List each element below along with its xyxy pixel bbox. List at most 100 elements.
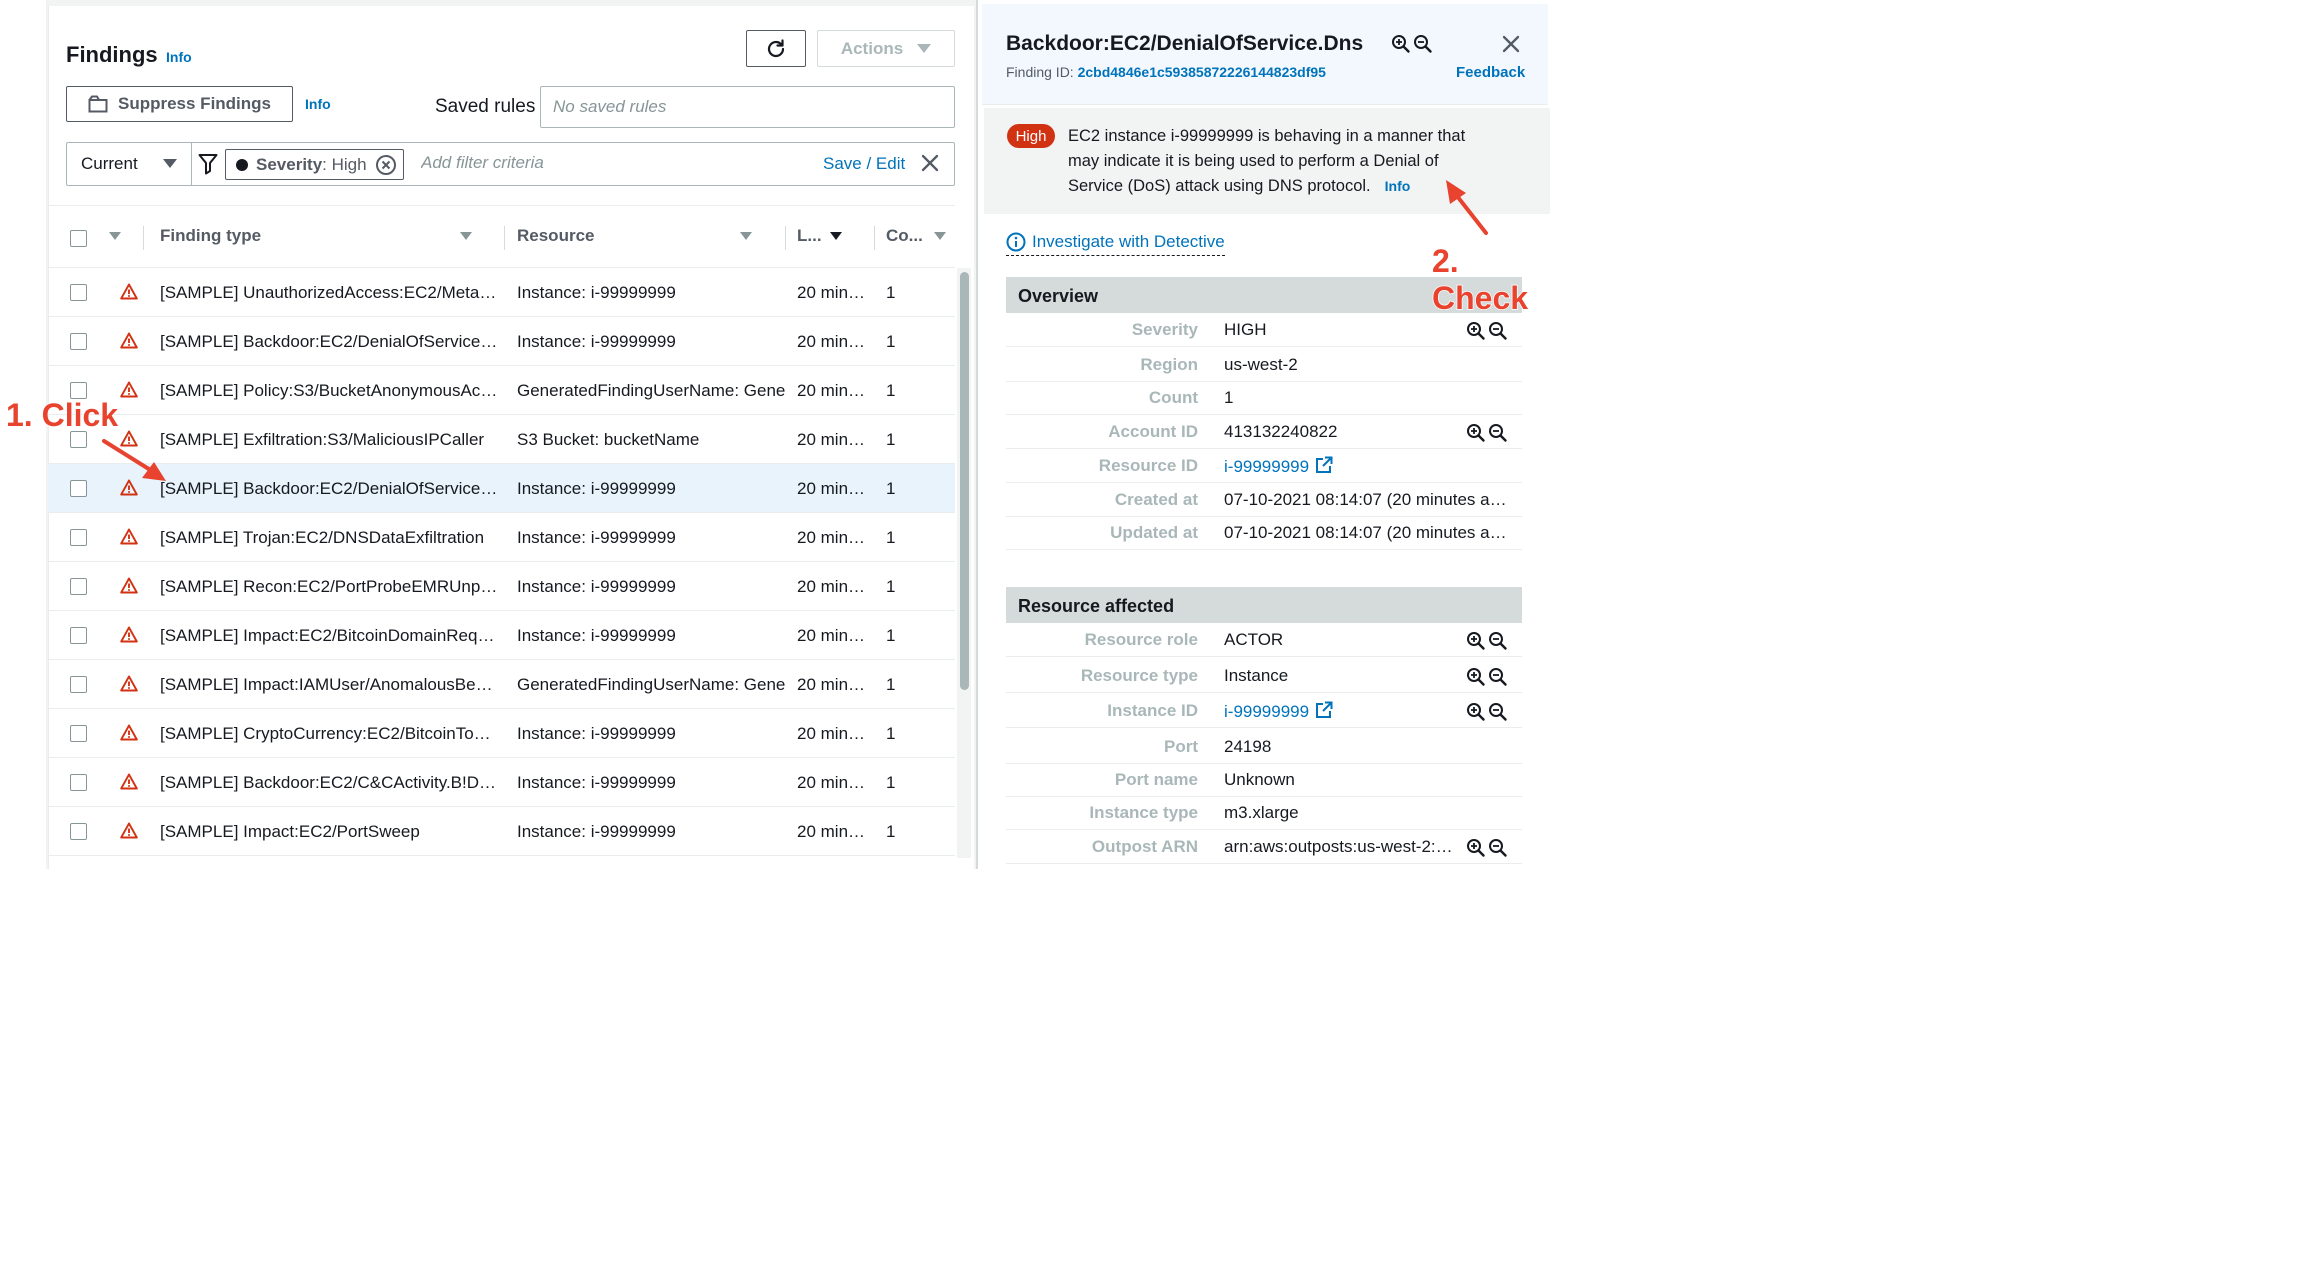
cell-finding-type[interactable]: [SAMPLE] CryptoCurrency:EC2/BitcoinTool.… bbox=[160, 724, 500, 744]
table-row[interactable]: [SAMPLE] Policy:S3/BucketAnonymousAccess… bbox=[48, 366, 955, 415]
close-icon[interactable] bbox=[920, 153, 940, 173]
column-header-finding-type[interactable]: Finding type bbox=[160, 226, 261, 246]
cell-last-seen: 20 minutes ago bbox=[797, 577, 869, 596]
zoom-in-icon[interactable] bbox=[1466, 423, 1486, 443]
sort-desc-icon[interactable] bbox=[830, 232, 842, 240]
findings-info-link[interactable]: Info bbox=[166, 49, 192, 65]
table-row[interactable]: [SAMPLE] UnauthorizedAccess:EC2/Metadata… bbox=[48, 268, 955, 317]
cell-finding-type[interactable]: [SAMPLE] Impact:EC2/PortSweep bbox=[160, 822, 500, 842]
zoom-out-icon[interactable] bbox=[1488, 667, 1508, 687]
external-link-icon[interactable] bbox=[1315, 701, 1333, 719]
caret-down-icon bbox=[917, 43, 932, 53]
actions-label: Actions bbox=[840, 38, 904, 58]
sort-caret-icon[interactable] bbox=[934, 232, 946, 240]
cell-finding-type[interactable]: [SAMPLE] Impact:EC2/BitcoinDomainRequest… bbox=[160, 626, 500, 646]
cell-finding-type[interactable]: [SAMPLE] Exfiltration:S3/MaliciousIPCall… bbox=[160, 430, 500, 450]
feedback-link[interactable]: Feedback bbox=[1456, 64, 1525, 81]
finding-id-label: Finding ID: bbox=[1006, 64, 1074, 80]
remove-token-icon[interactable] bbox=[375, 154, 397, 176]
archive-icon bbox=[88, 95, 108, 113]
suppress-findings-button[interactable]: Suppress Findings bbox=[66, 86, 293, 122]
saved-rules-input[interactable] bbox=[540, 86, 955, 128]
table-row[interactable]: [SAMPLE] Impact:IAMUser/AnomalousBehavio… bbox=[48, 660, 955, 709]
actions-dropdown[interactable]: Actions bbox=[817, 30, 955, 67]
cell-finding-type[interactable]: [SAMPLE] Impact:IAMUser/AnomalousBehavio… bbox=[160, 675, 500, 695]
detail-key: Instance type bbox=[1089, 803, 1198, 822]
cell-finding-type[interactable]: [SAMPLE] Backdoor:EC2/C&CActivity.B!DNS bbox=[160, 773, 500, 793]
external-link-icon[interactable] bbox=[1315, 456, 1333, 474]
zoom-in-icon[interactable] bbox=[1466, 631, 1486, 651]
zoom-out-icon[interactable] bbox=[1413, 34, 1433, 54]
zoom-out-icon[interactable] bbox=[1488, 702, 1508, 722]
cell-finding-type[interactable]: [SAMPLE] UnauthorizedAccess:EC2/Metadata… bbox=[160, 283, 500, 303]
zoom-in-icon[interactable] bbox=[1466, 321, 1486, 341]
zoom-out-icon[interactable] bbox=[1488, 423, 1508, 443]
detail-row: Resource role ACTOR bbox=[1006, 623, 1522, 657]
cell-resource: Instance: i-99999999 bbox=[517, 773, 676, 792]
table-row[interactable]: [SAMPLE] Backdoor:EC2/C&CActivity.B!DNS I… bbox=[48, 758, 955, 807]
investigate-detective-link[interactable]: Investigate with Detective bbox=[1006, 232, 1225, 256]
detail-value[interactable]: i-99999999 bbox=[1224, 702, 1309, 721]
table-row[interactable]: [SAMPLE] Impact:EC2/BitcoinDomainRequest… bbox=[48, 611, 955, 660]
cell-finding-type[interactable]: [SAMPLE] Backdoor:EC2/DenialOfService.Dn… bbox=[160, 479, 500, 499]
zoom-out-icon[interactable] bbox=[1488, 631, 1508, 651]
cell-resource: S3 Bucket: bucketName bbox=[517, 430, 700, 449]
sort-caret-icon[interactable] bbox=[740, 232, 752, 240]
row-checkbox[interactable] bbox=[70, 774, 87, 791]
row-checkbox[interactable] bbox=[70, 627, 87, 644]
table-row[interactable]: [SAMPLE] Backdoor:EC2/DenialOfService.Dn… bbox=[48, 464, 955, 513]
row-checkbox[interactable] bbox=[70, 823, 87, 840]
row-checkbox[interactable] bbox=[70, 676, 87, 693]
cell-finding-type[interactable]: [SAMPLE] Trojan:EC2/DNSDataExfiltration bbox=[160, 528, 500, 548]
zoom-in-icon[interactable] bbox=[1391, 34, 1411, 54]
column-header-last-seen[interactable]: L... bbox=[797, 226, 822, 246]
scrollbar-thumb[interactable] bbox=[960, 272, 969, 690]
row-checkbox[interactable] bbox=[70, 333, 87, 350]
row-checkbox[interactable] bbox=[70, 725, 87, 742]
detail-row: Count 1 bbox=[1006, 381, 1522, 415]
detail-value[interactable]: i-99999999 bbox=[1224, 457, 1309, 476]
row-checkbox[interactable] bbox=[70, 578, 87, 595]
cell-finding-type[interactable]: [SAMPLE] Backdoor:EC2/DenialOfService.Dn… bbox=[160, 332, 500, 352]
zoom-out-icon[interactable] bbox=[1488, 321, 1508, 341]
finding-id-value[interactable]: 2cbd4846e1c59385872226144823df95 bbox=[1078, 64, 1326, 80]
summary-info-link[interactable]: Info bbox=[1385, 178, 1411, 194]
table-row[interactable]: [SAMPLE] Exfiltration:S3/MaliciousIPCall… bbox=[48, 415, 955, 464]
column-header-resource[interactable]: Resource bbox=[517, 226, 594, 246]
refresh-button[interactable] bbox=[746, 30, 806, 67]
cell-finding-type[interactable]: [SAMPLE] Recon:EC2/PortProbeEMRUnprotect… bbox=[160, 577, 500, 597]
table-row[interactable]: [SAMPLE] Trojan:EC2/DNSDataExfiltration I… bbox=[48, 513, 955, 562]
row-checkbox[interactable] bbox=[70, 480, 87, 497]
detail-row: Region us-west-2 bbox=[1006, 348, 1522, 382]
detail-row: Account ID 413132240822 bbox=[1006, 415, 1522, 449]
annotation-click: 1. Click bbox=[5, 396, 119, 434]
detail-key: Port name bbox=[1114, 770, 1198, 789]
zoom-out-icon[interactable] bbox=[1488, 838, 1508, 858]
token-key: Severity bbox=[256, 154, 323, 174]
severity-filter-token[interactable]: Severity: High bbox=[225, 149, 404, 180]
add-filter-input[interactable] bbox=[421, 153, 801, 173]
table-row[interactable]: [SAMPLE] Recon:EC2/PortProbeEMRUnprotect… bbox=[48, 562, 955, 611]
table-row[interactable]: [SAMPLE] Impact:EC2/PortSweep Instance: i… bbox=[48, 807, 955, 856]
detail-value: 07-10-2021 08:14:07 (20 minutes ago) bbox=[1224, 490, 1512, 509]
current-label: Current bbox=[81, 154, 138, 173]
zoom-in-icon[interactable] bbox=[1466, 667, 1486, 687]
cell-finding-type[interactable]: [SAMPLE] Policy:S3/BucketAnonymousAccess… bbox=[160, 381, 500, 401]
cell-count: 1 bbox=[886, 773, 896, 792]
zoom-in-icon[interactable] bbox=[1466, 838, 1486, 858]
zoom-in-icon[interactable] bbox=[1466, 702, 1486, 722]
current-filter-select[interactable]: Current bbox=[67, 143, 192, 185]
sort-caret-icon[interactable] bbox=[109, 232, 121, 240]
row-checkbox[interactable] bbox=[70, 284, 87, 301]
cell-count: 1 bbox=[886, 675, 896, 694]
sort-caret-icon[interactable] bbox=[460, 232, 472, 240]
suppress-info-link[interactable]: Info bbox=[305, 96, 331, 112]
table-row[interactable]: [SAMPLE] Backdoor:EC2/DenialOfService.Dn… bbox=[48, 317, 955, 366]
save-edit-link[interactable]: Save / Edit bbox=[823, 154, 905, 174]
close-icon[interactable] bbox=[1500, 33, 1522, 55]
select-all-checkbox[interactable] bbox=[70, 230, 87, 247]
column-header-count[interactable]: Co... bbox=[886, 226, 923, 246]
table-row[interactable]: [SAMPLE] CryptoCurrency:EC2/BitcoinTool.… bbox=[48, 709, 955, 758]
row-checkbox[interactable] bbox=[70, 529, 87, 546]
detail-key: Outpost ARN bbox=[1091, 837, 1198, 856]
